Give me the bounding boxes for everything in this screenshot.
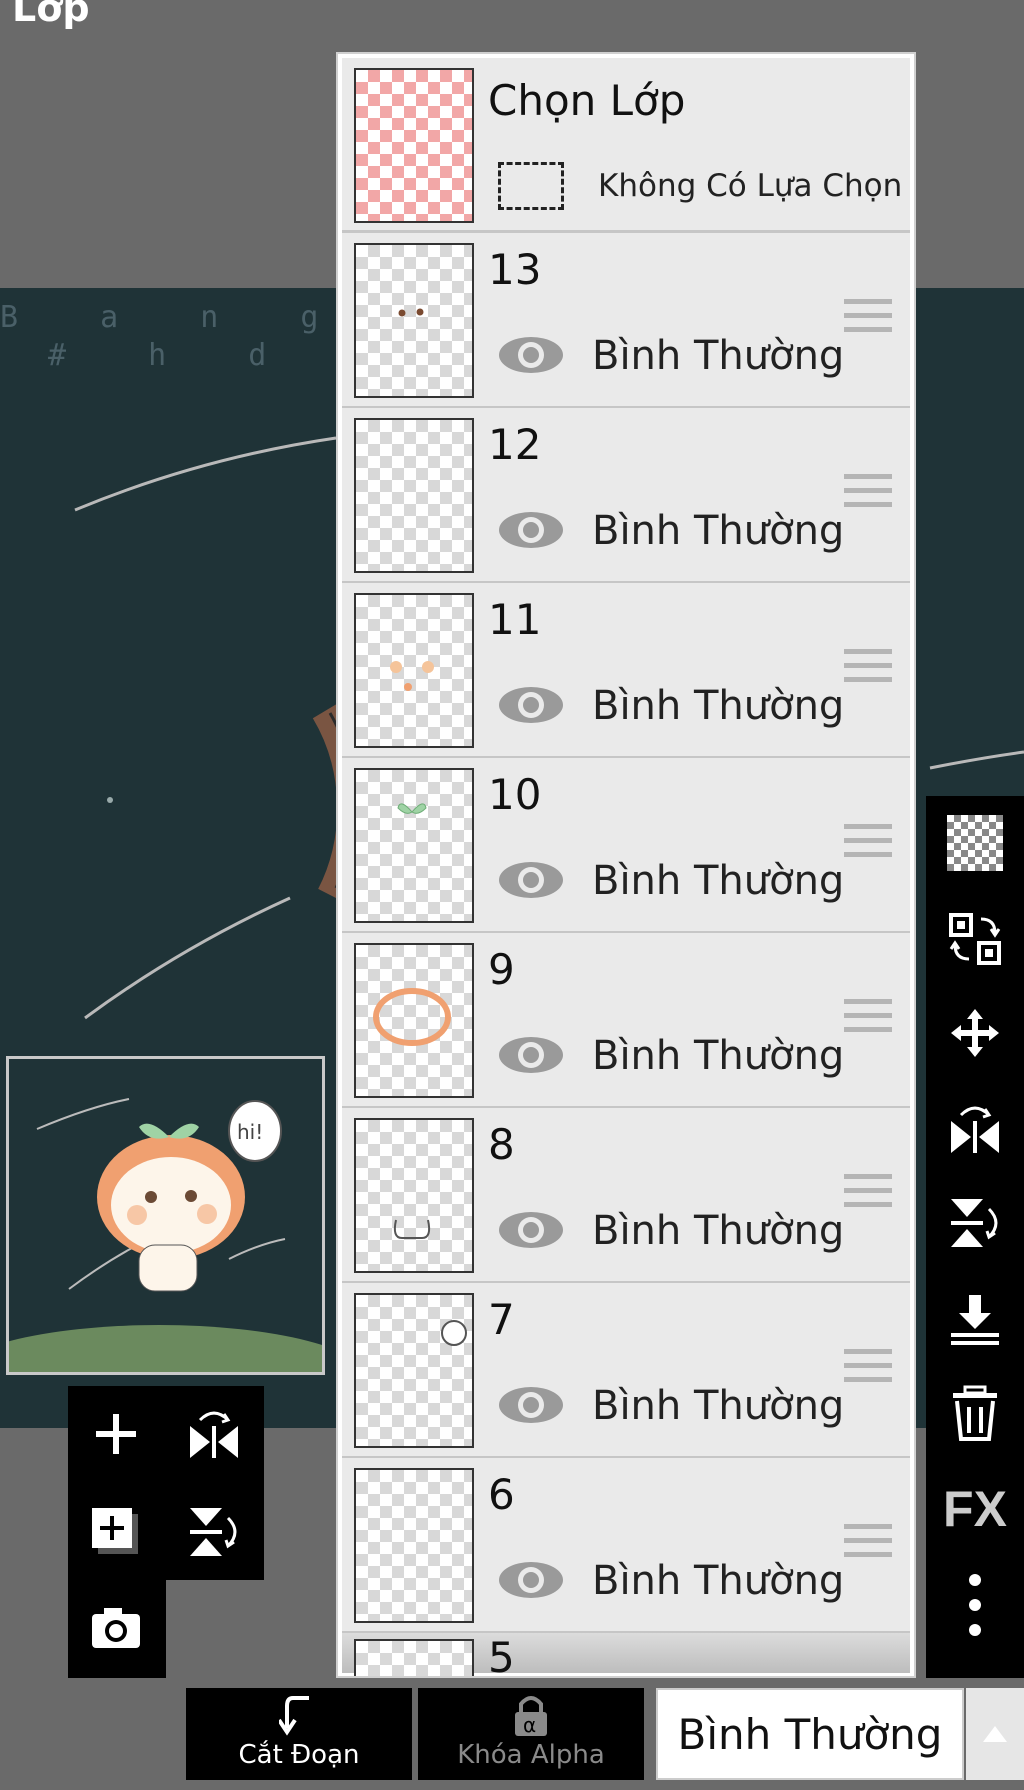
layer-name: 9 — [488, 945, 515, 994]
layer-row-9[interactable]: 9 Bình Thường — [342, 933, 910, 1108]
blend-mode-label: Bình Thường — [592, 1383, 845, 1429]
left-toolbar-bottom — [68, 1580, 166, 1678]
eye-icon[interactable] — [496, 333, 566, 377]
blend-mode-label: Bình Thường — [592, 858, 845, 904]
add-copy-layer-icon[interactable] — [68, 1484, 164, 1580]
drag-handle-icon[interactable] — [844, 824, 892, 866]
layer-row-13[interactable]: 13 Bình Thường — [342, 233, 910, 408]
layer-panel: Chọn Lớp Không Có Lựa Chọn 13 Bình Thườn… — [336, 52, 916, 1678]
layer-thumbnail — [354, 593, 474, 748]
eye-icon[interactable] — [496, 683, 566, 727]
layer-name: 7 — [488, 1295, 515, 1344]
flip-horizontal-icon[interactable] — [166, 1386, 262, 1482]
blend-mode-label: Bình Thường — [592, 508, 845, 554]
more-icon[interactable] — [926, 1562, 1024, 1648]
fx-button[interactable]: FX — [926, 1466, 1024, 1552]
drag-handle-icon[interactable] — [844, 999, 892, 1041]
drag-handle-icon[interactable] — [844, 1174, 892, 1216]
layer-thumbnail — [354, 1468, 474, 1623]
blend-mode-label: Bình Thường — [592, 333, 845, 379]
layer-name: 6 — [488, 1470, 515, 1519]
layer-row-6[interactable]: 6 Bình Thường — [342, 1458, 910, 1633]
flip-horizontal-icon[interactable] — [926, 1086, 1024, 1172]
eye-icon[interactable] — [496, 1033, 566, 1077]
layer-row-7[interactable]: 7 Bình Thường — [342, 1283, 910, 1458]
drag-handle-icon[interactable] — [844, 1349, 892, 1391]
layer-name: 8 — [488, 1120, 515, 1169]
layer-thumbnail — [354, 418, 474, 573]
drag-handle-icon[interactable] — [844, 1524, 892, 1566]
drag-handle-icon[interactable] — [844, 299, 892, 341]
layer-thumbnail — [354, 768, 474, 923]
layer-row-8[interactable]: 8 Bình Thường — [342, 1108, 910, 1283]
right-toolbar: FX — [926, 796, 1024, 1678]
canvas-preview[interactable]: hi! — [6, 1056, 325, 1375]
layer-thumbnail — [354, 1639, 474, 1676]
selection-marquee-icon — [498, 162, 564, 210]
alpha-lock-label: Khóa Alpha — [457, 1740, 605, 1770]
layer-thumbnail — [354, 1118, 474, 1273]
lock-alpha-icon: α — [515, 1696, 547, 1737]
svg-text:hi!: hi! — [237, 1120, 263, 1144]
blend-mode-label: Bình Thường — [592, 683, 845, 729]
camera-icon[interactable] — [68, 1580, 164, 1676]
selection-layer-row[interactable]: Chọn Lớp Không Có Lựa Chọn — [342, 58, 910, 233]
layer-row-12[interactable]: 12 Bình Thường — [342, 408, 910, 583]
blend-mode-select[interactable]: Bình Thường — [656, 1688, 964, 1780]
drag-handle-icon[interactable] — [844, 474, 892, 516]
alpha-lock-button[interactable]: α Khóa Alpha — [418, 1688, 644, 1780]
blend-mode-dropdown-button[interactable] — [966, 1688, 1024, 1780]
selection-status-label: Không Có Lựa Chọn — [598, 168, 903, 204]
layer-name: 13 — [488, 245, 542, 294]
eye-icon[interactable] — [496, 1383, 566, 1427]
layer-thumbnail — [354, 243, 474, 398]
triangle-up-icon — [983, 1726, 1007, 1742]
blend-mode-label: Bình Thường — [592, 1033, 845, 1079]
layer-row-11[interactable]: 11 Bình Thường — [342, 583, 910, 758]
flip-vertical-icon[interactable] — [926, 1180, 1024, 1266]
layer-name: 12 — [488, 420, 542, 469]
eye-icon[interactable] — [496, 1558, 566, 1602]
trash-icon[interactable] — [926, 1370, 1024, 1456]
eye-icon[interactable] — [496, 1208, 566, 1252]
blend-mode-label: Bình Thường — [592, 1558, 845, 1604]
left-toolbar-top — [68, 1386, 264, 1580]
selection-layer-thumbnail — [354, 68, 474, 223]
selection-layer-title: Chọn Lớp — [488, 76, 686, 125]
merge-down-icon[interactable] — [926, 1276, 1024, 1362]
clipping-label: Cắt Đoạn — [238, 1740, 360, 1770]
clipping-button[interactable]: Cắt Đoạn — [186, 1688, 412, 1780]
layer-name: 5 — [488, 1633, 515, 1678]
clipping-arrow-icon — [279, 1696, 309, 1736]
svg-text:α: α — [523, 1713, 536, 1737]
layer-row-10[interactable]: 10 Bình Thường — [342, 758, 910, 933]
add-layer-icon[interactable] — [68, 1386, 164, 1482]
layer-name: 11 — [488, 595, 542, 644]
drag-handle-icon[interactable] — [844, 649, 892, 691]
swap-layers-icon[interactable] — [926, 896, 1024, 982]
layer-thumbnail — [354, 943, 474, 1098]
eye-icon[interactable] — [496, 508, 566, 552]
layer-row-5[interactable]: 5 — [342, 1633, 910, 1676]
transparency-icon[interactable] — [926, 800, 1024, 886]
flip-vertical-icon[interactable] — [166, 1484, 262, 1580]
eye-icon[interactable] — [496, 858, 566, 902]
layer-thumbnail — [354, 1293, 474, 1448]
blend-mode-label: Bình Thường — [592, 1208, 845, 1254]
page-title: Lớp — [12, 0, 90, 30]
move-icon[interactable] — [926, 990, 1024, 1076]
layer-name: 10 — [488, 770, 542, 819]
